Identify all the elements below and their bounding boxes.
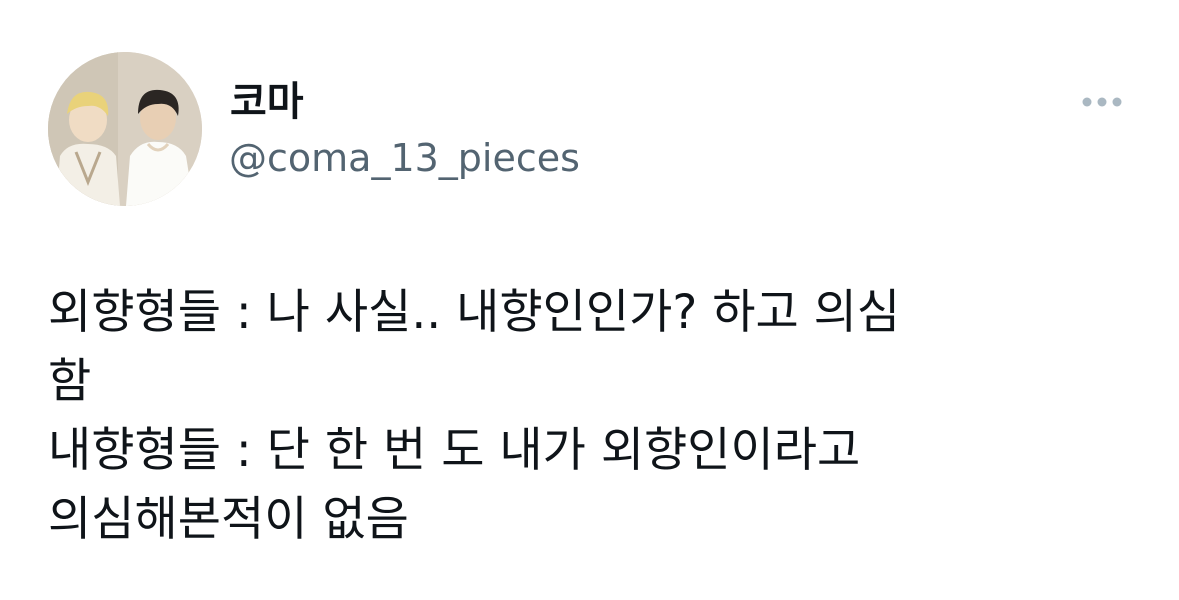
tweet-text-line: 함 [48,354,92,409]
tweet-card: 코마 @coma_13_pieces 외향형들 : 나 사실.. 내향인인가? … [0,0,1179,600]
profile-photo-icon [48,52,202,206]
more-horizontal-icon [1082,97,1122,107]
user-handle[interactable]: @coma_13_pieces [229,134,580,182]
tweet-text-line: 의심해본적이 없음 [48,492,409,547]
avatar[interactable] [48,52,202,206]
display-name[interactable]: 코마 [230,78,304,126]
tweet-text: 외향형들 : 나 사실.. 내향인인가? 하고 의심 함 내향형들 : 단 한 … [48,278,1148,554]
more-options-button[interactable] [1078,86,1132,118]
tweet-text-line: 내향형들 : 단 한 번 도 내가 외향인이라고 [48,423,861,478]
tweet-text-line: 외향형들 : 나 사실.. 내향인인가? 하고 의심 [48,285,901,340]
